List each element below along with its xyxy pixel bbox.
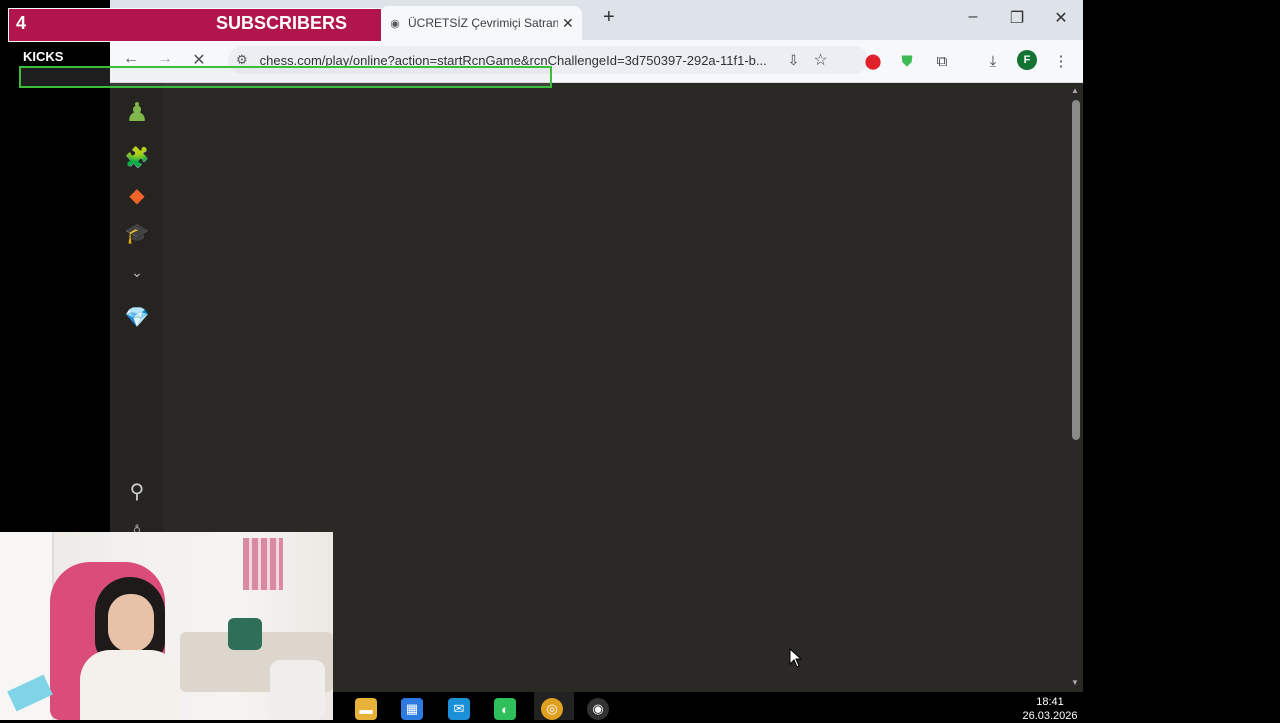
download-icon[interactable]: ⤓ [982,50,1004,72]
person-face [108,594,154,652]
webcam-overlay [0,532,333,720]
subscriber-count: 4 [16,13,27,33]
more-icon[interactable]: ⌄ [122,257,152,287]
puzzles-icon[interactable]: 🧩 [122,142,152,172]
scroll-up-icon[interactable]: ▲ [1071,86,1079,95]
app-icon[interactable]: ◐ [494,698,516,720]
search-icon[interactable]: ⚲ [122,476,152,506]
kicks-label: KICKS [23,49,64,64]
clock-date: 26.03.2026 [1022,710,1078,722]
install-app-icon[interactable]: ⇩ [788,52,800,69]
minimize-icon[interactable]: – [958,8,988,26]
taskbar [333,692,1280,720]
shield-icon[interactable]: ⛊ [896,50,918,72]
obs-icon[interactable]: ◉ [587,698,609,720]
premium-icon[interactable]: 💎 [122,302,152,332]
profile-avatar[interactable]: F [1017,50,1037,70]
person-body [80,650,180,720]
mouse-cursor-icon [789,647,803,673]
tab-title: ÜCRETSİZ Çevrimiçi Satranç O [408,16,558,30]
subscriber-label: SUBSCRIBERS [216,13,348,33]
taskbar-clock: 18:41 26.03.2026 [1022,695,1078,723]
close-tab-icon[interactable]: ✕ [562,15,574,32]
kicks-progress-bar [19,66,552,88]
scrollbar-thumb[interactable] [1072,100,1080,440]
scroll-down-icon[interactable]: ▼ [1071,678,1079,687]
appliance [270,660,325,720]
puzzle-icon[interactable]: ⧉ [931,50,953,72]
new-tab-icon[interactable]: + [603,6,615,29]
chrome-icon[interactable]: ◎ [541,698,563,720]
kebab-menu-icon[interactable]: ⋮ [1050,50,1072,72]
audio-icon: ◉ [390,17,400,30]
learn-icon[interactable]: ◆ [122,180,152,210]
wall-pictures [243,538,283,590]
close-window-icon[interactable]: ✕ [1046,8,1076,28]
cushion [228,618,262,650]
star-icon[interactable]: ☆ [813,50,827,70]
mail-icon[interactable]: ✉ [448,698,470,720]
opera-icon[interactable]: ⬤ [862,50,884,72]
clock-time: 18:41 [1036,696,1064,708]
courses-icon[interactable]: 🎓 [122,218,152,248]
browser-tab[interactable]: ◉ ÜCRETSİZ Çevrimiçi Satranç O ✕ [380,6,582,40]
restore-icon[interactable]: ❐ [1002,8,1032,28]
store-icon[interactable]: ▦ [401,698,423,720]
file-explorer-icon[interactable]: ▬ [355,698,377,720]
play-icon[interactable]: ♟ [122,97,152,127]
